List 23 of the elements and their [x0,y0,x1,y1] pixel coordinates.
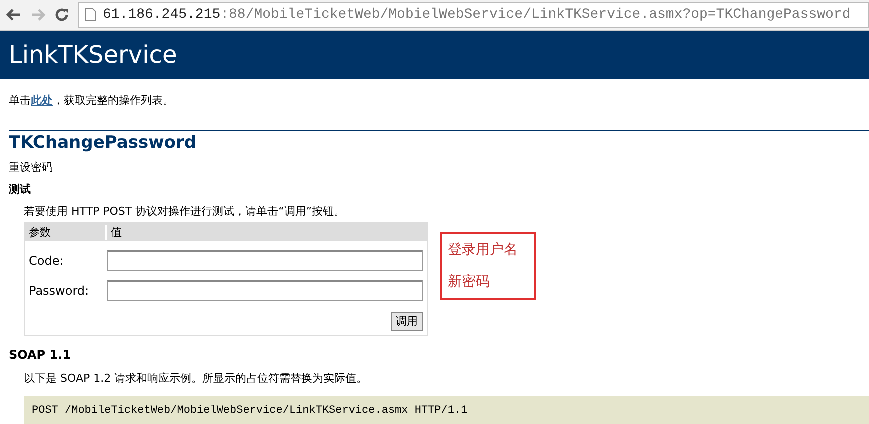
column-header: 值 [110,224,122,240]
service-title: LinkTKService [9,41,178,69]
parameter-label: Code: [28,254,65,268]
invoke-button[interactable]: 调用 [391,312,423,331]
soap-heading: SOAP 1.1 [9,348,72,362]
parameter-label: Password: [28,284,90,298]
address-field[interactable]: 61.186.245.215:88/MobileTicketWeb/MobielWebService/LinkTKService.asmx?op=TKChangePassword [78,2,869,28]
operation-description: 重设密码 [9,160,54,175]
soap-description: 以下是 SOAP 1.2 请求和响应示例。所显示的占位符需替换为实际值。 [23,371,369,386]
back-icon[interactable] [6,7,22,23]
code-line: POST /MobileTicketWeb/MobielWebService/LinkTKService.asmx HTTP/1.1 [32,405,468,417]
operation-title: TKChangePassword [9,133,198,153]
column-header: 参数 [25,224,107,240]
intro-text: 单击此处，获取完整的操作列表。 [9,93,175,108]
page-icon [85,8,97,22]
annotation-note: 登录用户名 [448,241,519,259]
reload-icon[interactable] [54,7,70,23]
input-field[interactable] [107,280,423,301]
test-heading: 测试 [9,182,32,197]
operations-link[interactable]: 此处 [31,94,53,107]
annotation-note: 新密码 [448,273,491,291]
test-instructions: 若要使用 HTTP POST 协议对操作进行测试，请单击“调用”按钮。 [24,204,346,219]
input-field[interactable] [107,250,423,271]
